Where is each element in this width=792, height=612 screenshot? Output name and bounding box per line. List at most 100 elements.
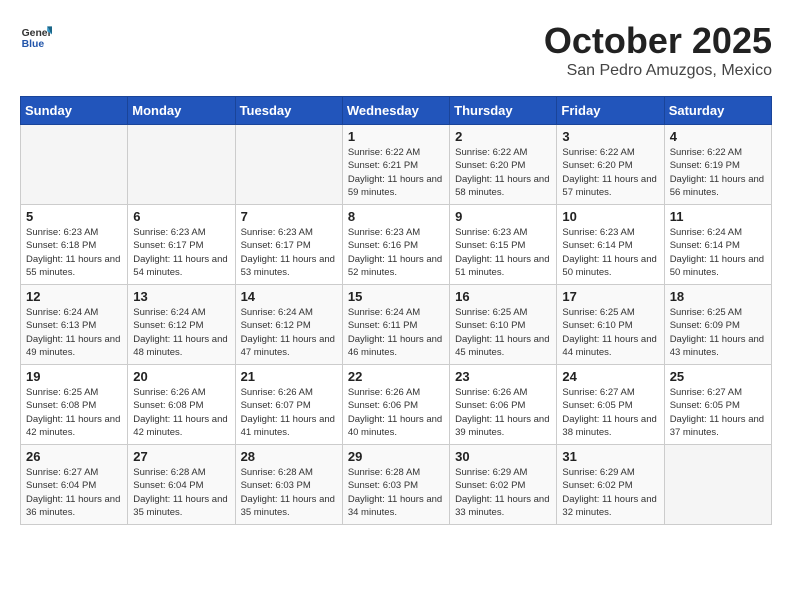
calendar-cell: 21 Sunrise: 6:26 AM Sunset: 6:07 PM Dayli… (235, 365, 342, 445)
day-number: 14 (241, 289, 337, 304)
calendar-cell: 28 Sunrise: 6:28 AM Sunset: 6:03 PM Dayli… (235, 445, 342, 525)
weekday-wednesday: Wednesday (342, 97, 449, 125)
day-info: Sunrise: 6:24 AM Sunset: 6:11 PM Dayligh… (348, 306, 444, 359)
calendar-cell (128, 125, 235, 205)
day-number: 20 (133, 369, 229, 384)
calendar-week-2: 5 Sunrise: 6:23 AM Sunset: 6:18 PM Daylig… (21, 205, 772, 285)
calendar-cell: 8 Sunrise: 6:23 AM Sunset: 6:16 PM Daylig… (342, 205, 449, 285)
weekday-monday: Monday (128, 97, 235, 125)
day-info: Sunrise: 6:25 AM Sunset: 6:09 PM Dayligh… (670, 306, 766, 359)
day-info: Sunrise: 6:29 AM Sunset: 6:02 PM Dayligh… (455, 466, 551, 519)
day-info: Sunrise: 6:29 AM Sunset: 6:02 PM Dayligh… (562, 466, 658, 519)
day-info: Sunrise: 6:25 AM Sunset: 6:10 PM Dayligh… (562, 306, 658, 359)
day-info: Sunrise: 6:23 AM Sunset: 6:16 PM Dayligh… (348, 226, 444, 279)
calendar-cell: 9 Sunrise: 6:23 AM Sunset: 6:15 PM Daylig… (450, 205, 557, 285)
day-number: 18 (670, 289, 766, 304)
day-number: 10 (562, 209, 658, 224)
calendar-cell: 24 Sunrise: 6:27 AM Sunset: 6:05 PM Dayli… (557, 365, 664, 445)
day-number: 9 (455, 209, 551, 224)
day-number: 30 (455, 449, 551, 464)
calendar-cell: 10 Sunrise: 6:23 AM Sunset: 6:14 PM Dayli… (557, 205, 664, 285)
day-info: Sunrise: 6:24 AM Sunset: 6:14 PM Dayligh… (670, 226, 766, 279)
day-number: 21 (241, 369, 337, 384)
calendar-cell: 15 Sunrise: 6:24 AM Sunset: 6:11 PM Dayli… (342, 285, 449, 365)
day-info: Sunrise: 6:26 AM Sunset: 6:06 PM Dayligh… (348, 386, 444, 439)
title-block: October 2025 San Pedro Amuzgos, Mexico (544, 20, 772, 80)
day-info: Sunrise: 6:28 AM Sunset: 6:03 PM Dayligh… (241, 466, 337, 519)
day-number: 12 (26, 289, 122, 304)
day-number: 22 (348, 369, 444, 384)
calendar-cell: 20 Sunrise: 6:26 AM Sunset: 6:08 PM Dayli… (128, 365, 235, 445)
calendar-cell: 18 Sunrise: 6:25 AM Sunset: 6:09 PM Dayli… (664, 285, 771, 365)
day-number: 31 (562, 449, 658, 464)
calendar-week-3: 12Sunrise: 6:24 AM Sunset: 6:13 PM Dayli… (21, 285, 772, 365)
calendar-cell: 1 Sunrise: 6:22 AM Sunset: 6:21 PM Daylig… (342, 125, 449, 205)
calendar-cell: 26Sunrise: 6:27 AM Sunset: 6:04 PM Dayli… (21, 445, 128, 525)
day-info: Sunrise: 6:23 AM Sunset: 6:15 PM Dayligh… (455, 226, 551, 279)
day-info: Sunrise: 6:27 AM Sunset: 6:05 PM Dayligh… (562, 386, 658, 439)
day-number: 5 (26, 209, 122, 224)
day-info: Sunrise: 6:23 AM Sunset: 6:14 PM Dayligh… (562, 226, 658, 279)
calendar-cell (664, 445, 771, 525)
day-number: 16 (455, 289, 551, 304)
day-info: Sunrise: 6:28 AM Sunset: 6:04 PM Dayligh… (133, 466, 229, 519)
day-number: 6 (133, 209, 229, 224)
calendar-week-4: 19 Sunrise: 6:25 AM Sunset: 6:08 PM Dayli… (21, 365, 772, 445)
logo: General Blue (20, 20, 52, 52)
calendar-cell: 19 Sunrise: 6:25 AM Sunset: 6:08 PM Dayli… (21, 365, 128, 445)
day-number: 1 (348, 129, 444, 144)
day-number: 15 (348, 289, 444, 304)
day-number: 7 (241, 209, 337, 224)
svg-text:Blue: Blue (22, 39, 45, 50)
calendar-cell: 27Sunrise: 6:28 AM Sunset: 6:04 PM Dayli… (128, 445, 235, 525)
weekday-saturday: Saturday (664, 97, 771, 125)
calendar-cell: 22 Sunrise: 6:26 AM Sunset: 6:06 PM Dayli… (342, 365, 449, 445)
day-number: 26 (26, 449, 122, 464)
day-info: Sunrise: 6:26 AM Sunset: 6:08 PM Dayligh… (133, 386, 229, 439)
calendar-week-1: 1 Sunrise: 6:22 AM Sunset: 6:21 PM Daylig… (21, 125, 772, 205)
day-info: Sunrise: 6:27 AM Sunset: 6:05 PM Dayligh… (670, 386, 766, 439)
day-number: 8 (348, 209, 444, 224)
day-info: Sunrise: 6:24 AM Sunset: 6:12 PM Dayligh… (241, 306, 337, 359)
calendar-week-5: 26Sunrise: 6:27 AM Sunset: 6:04 PM Dayli… (21, 445, 772, 525)
calendar-cell (21, 125, 128, 205)
weekday-header-row: SundayMondayTuesdayWednesdayThursdayFrid… (21, 97, 772, 125)
day-number: 19 (26, 369, 122, 384)
weekday-friday: Friday (557, 97, 664, 125)
day-number: 17 (562, 289, 658, 304)
day-number: 28 (241, 449, 337, 464)
day-number: 23 (455, 369, 551, 384)
calendar-cell: 17 Sunrise: 6:25 AM Sunset: 6:10 PM Dayli… (557, 285, 664, 365)
day-info: Sunrise: 6:23 AM Sunset: 6:18 PM Dayligh… (26, 226, 122, 279)
day-info: Sunrise: 6:22 AM Sunset: 6:20 PM Dayligh… (562, 146, 658, 199)
calendar-cell (235, 125, 342, 205)
calendar-cell: 16 Sunrise: 6:25 AM Sunset: 6:10 PM Dayli… (450, 285, 557, 365)
day-info: Sunrise: 6:26 AM Sunset: 6:07 PM Dayligh… (241, 386, 337, 439)
day-number: 13 (133, 289, 229, 304)
location-title: San Pedro Amuzgos, Mexico (544, 62, 772, 80)
calendar-cell: 14 Sunrise: 6:24 AM Sunset: 6:12 PM Dayli… (235, 285, 342, 365)
calendar-cell: 25 Sunrise: 6:27 AM Sunset: 6:05 PM Dayli… (664, 365, 771, 445)
day-info: Sunrise: 6:22 AM Sunset: 6:19 PM Dayligh… (670, 146, 766, 199)
calendar-cell: 11Sunrise: 6:24 AM Sunset: 6:14 PM Dayli… (664, 205, 771, 285)
day-number: 3 (562, 129, 658, 144)
day-info: Sunrise: 6:25 AM Sunset: 6:10 PM Dayligh… (455, 306, 551, 359)
calendar-cell: 5 Sunrise: 6:23 AM Sunset: 6:18 PM Daylig… (21, 205, 128, 285)
calendar-cell: 29Sunrise: 6:28 AM Sunset: 6:03 PM Dayli… (342, 445, 449, 525)
day-info: Sunrise: 6:24 AM Sunset: 6:12 PM Dayligh… (133, 306, 229, 359)
day-number: 2 (455, 129, 551, 144)
calendar-cell: 12Sunrise: 6:24 AM Sunset: 6:13 PM Dayli… (21, 285, 128, 365)
weekday-thursday: Thursday (450, 97, 557, 125)
day-number: 24 (562, 369, 658, 384)
day-info: Sunrise: 6:25 AM Sunset: 6:08 PM Dayligh… (26, 386, 122, 439)
calendar-cell: 13 Sunrise: 6:24 AM Sunset: 6:12 PM Dayli… (128, 285, 235, 365)
day-info: Sunrise: 6:26 AM Sunset: 6:06 PM Dayligh… (455, 386, 551, 439)
calendar-cell: 7 Sunrise: 6:23 AM Sunset: 6:17 PM Daylig… (235, 205, 342, 285)
logo-icon: General Blue (20, 20, 52, 52)
month-title: October 2025 (544, 20, 772, 62)
weekday-tuesday: Tuesday (235, 97, 342, 125)
day-number: 29 (348, 449, 444, 464)
day-info: Sunrise: 6:22 AM Sunset: 6:21 PM Dayligh… (348, 146, 444, 199)
day-number: 25 (670, 369, 766, 384)
day-info: Sunrise: 6:23 AM Sunset: 6:17 PM Dayligh… (241, 226, 337, 279)
